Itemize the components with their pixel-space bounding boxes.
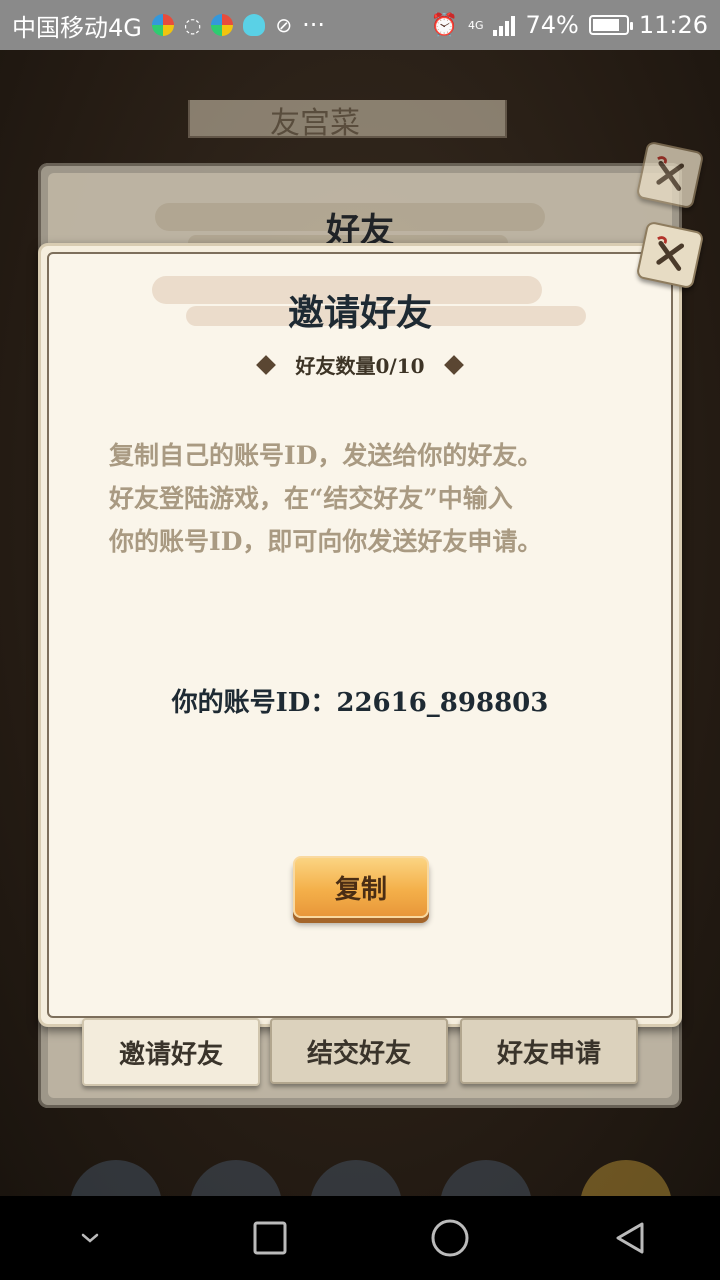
invite-dialog-inner: 邀请好友 好友数量0/10 复制自己的账号ID，发送给你的好友。 好友登陆游戏，… bbox=[47, 252, 673, 1018]
description-line: 你的账号ID，即可向你发送好友申请。 bbox=[109, 527, 543, 556]
nav-home-button[interactable] bbox=[420, 1208, 480, 1268]
tab-friend-requests[interactable]: 好友申请 bbox=[460, 1018, 638, 1084]
friend-count-row: 好友数量0/10 bbox=[49, 350, 671, 379]
clock: 11:26 bbox=[638, 11, 708, 39]
chevron-down-icon bbox=[81, 1233, 99, 1243]
tab-invite-friends[interactable]: 邀请好友 bbox=[82, 1018, 260, 1086]
app-notification-icon bbox=[211, 14, 234, 36]
description-line: 复制自己的账号ID，发送给你的好友。 bbox=[109, 441, 543, 470]
diamond-icon bbox=[443, 354, 464, 375]
navigation-bar bbox=[0, 1196, 720, 1280]
message-icon: ◌ bbox=[183, 13, 202, 37]
nav-back-button[interactable] bbox=[600, 1208, 660, 1268]
recent-square-icon bbox=[253, 1221, 287, 1255]
vpn-icon: ⊘ bbox=[275, 13, 293, 37]
dialog-title: 邀请好友 bbox=[287, 292, 432, 334]
background-title: 友宫菜 bbox=[270, 106, 360, 141]
game-bottom-bar bbox=[0, 1150, 720, 1252]
tab-make-friends[interactable]: 结交好友 bbox=[270, 1018, 448, 1084]
close-friends-panel-button[interactable] bbox=[635, 140, 705, 210]
status-bar: 中国移动4G ◌ ⊘ ··· ⏰ 4G 74% 11:26 bbox=[0, 0, 720, 50]
home-circle-icon bbox=[431, 1219, 469, 1257]
qq-icon bbox=[243, 14, 266, 36]
nav-down-button[interactable] bbox=[60, 1208, 120, 1268]
close-invite-dialog-button[interactable] bbox=[635, 220, 705, 290]
account-id: 你的账号ID：22616_898803 bbox=[171, 688, 549, 718]
invite-dialog: 邀请好友 好友数量0/10 复制自己的账号ID，发送给你的好友。 好友登陆游戏，… bbox=[38, 243, 682, 1027]
battery-percent: 74% bbox=[525, 11, 579, 39]
signal-icon bbox=[493, 14, 516, 36]
close-x-icon bbox=[656, 236, 685, 271]
friend-count: 好友数量0/10 bbox=[295, 354, 425, 378]
diamond-icon bbox=[256, 354, 277, 375]
description-line: 好友登陆游戏，在“结交好友”中输入 bbox=[109, 484, 513, 513]
app-notification-icon bbox=[151, 14, 174, 36]
back-triangle-icon bbox=[616, 1222, 644, 1254]
alarm-icon: ⏰ bbox=[430, 12, 458, 38]
invite-description: 复制自己的账号ID，发送给你的好友。 好友登陆游戏，在“结交好友”中输入 你的账… bbox=[109, 434, 631, 563]
network-type-label: 4G bbox=[467, 18, 484, 32]
close-x-icon bbox=[656, 156, 685, 191]
more-icon: ··· bbox=[302, 11, 325, 39]
nav-recent-button[interactable] bbox=[240, 1208, 300, 1268]
carrier-label: 中国移动4G bbox=[12, 13, 142, 42]
battery-icon bbox=[588, 15, 633, 35]
copy-button[interactable]: 复制 bbox=[293, 856, 429, 918]
friends-tabs: 邀请好友 结交好友 好友申请 bbox=[80, 1018, 640, 1086]
